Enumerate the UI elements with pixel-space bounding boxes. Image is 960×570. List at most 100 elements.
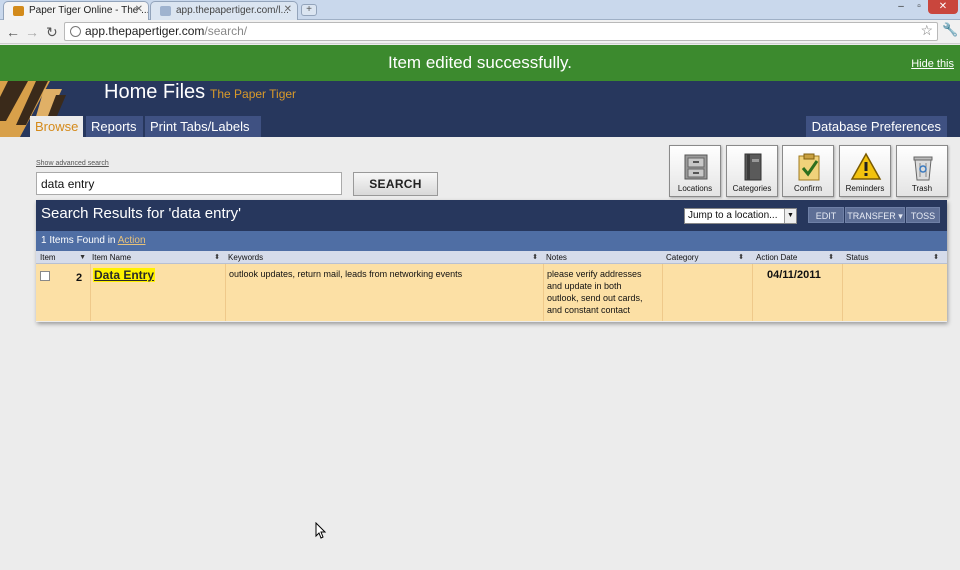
success-banner: Item edited successfully. Hide this <box>0 45 960 81</box>
column-header-item-name[interactable]: Item Name ⬍ <box>92 251 224 264</box>
url-input[interactable]: app.thepapertiger.com/search/ ☆ <box>64 22 938 41</box>
column-divider <box>752 264 753 321</box>
banner-message: Item edited successfully. <box>388 53 572 72</box>
close-tab-icon[interactable]: ✕ <box>284 4 292 15</box>
column-header-status[interactable]: Status ⬍ <box>846 251 943 264</box>
url-path: /search/ <box>204 24 248 38</box>
results-title: Search Results for 'data entry' <box>41 205 241 222</box>
items-found-bar: 1 Items Found in Action <box>36 231 947 251</box>
toolbox-label: Trash <box>911 184 933 193</box>
minimize-icon[interactable]: – <box>892 0 910 14</box>
brand-subtitle: The Paper Tiger <box>210 87 297 101</box>
column-divider <box>842 264 843 321</box>
jump-select-value: Jump to a location... <box>688 210 778 221</box>
wrench-icon[interactable]: 🔧 <box>942 22 958 38</box>
items-found-text: 1 Items Found in <box>41 235 116 246</box>
url-host: app.thepapertiger.com <box>85 24 205 38</box>
cabinet-icon <box>684 154 708 180</box>
forward-icon[interactable]: → <box>25 23 39 41</box>
column-header-action-date[interactable]: Action Date ⬍ <box>756 251 838 264</box>
maximize-icon[interactable]: ▫ <box>910 0 928 14</box>
jump-to-location-select[interactable]: Jump to a location... ▼ <box>684 208 797 224</box>
column-divider <box>225 264 226 321</box>
locations-button[interactable]: Locations <box>669 145 721 197</box>
column-divider <box>90 264 91 321</box>
toss-button[interactable]: TOSS <box>906 207 940 223</box>
browser-tab[interactable]: app.thepapertiger.com/l... ✕ <box>150 1 298 20</box>
page-title: Home Files <box>104 81 206 103</box>
back-icon[interactable]: ← <box>6 23 20 41</box>
notes-line: outlook, send out cards, <box>547 293 643 303</box>
column-divider <box>543 264 544 321</box>
bookmark-star-icon[interactable]: ☆ <box>920 22 933 39</box>
location-action-link[interactable]: Action <box>118 235 146 246</box>
new-tab-button[interactable]: + <box>301 4 317 16</box>
globe-icon <box>70 26 81 37</box>
results-header: Search Results for 'data entry' Jump to … <box>36 200 947 231</box>
clipboard-check-icon <box>798 153 820 181</box>
reload-icon[interactable]: ↻ <box>46 23 58 41</box>
column-header-notes[interactable]: Notes <box>546 251 661 264</box>
transfer-button[interactable]: TRANSFER ▾ <box>845 207 905 223</box>
column-label: Item <box>40 253 56 262</box>
show-advanced-search-link[interactable]: Show advanced search <box>36 160 109 167</box>
row-checkbox[interactable] <box>40 271 50 281</box>
search-results-panel: Search Results for 'data entry' Jump to … <box>36 200 947 322</box>
reminders-button[interactable]: Reminders <box>839 145 891 197</box>
column-label: Item Name <box>92 253 132 262</box>
notes-cell: please verify addresses and update in bo… <box>547 268 661 316</box>
toolbox-label: Categories <box>732 184 772 193</box>
item-name-link[interactable]: Data Entry <box>93 268 156 282</box>
sort-icon: ⬍ <box>214 254 220 261</box>
browser-tab-active[interactable]: Paper Tiger Online - The ... ✕ <box>3 1 149 20</box>
tab-print-tabs-labels[interactable]: Print Tabs/Labels <box>145 116 261 137</box>
column-divider <box>662 264 663 321</box>
categories-button[interactable]: Categories <box>726 145 778 197</box>
browser-tab-title: Paper Tiger Online - The ... <box>29 5 149 16</box>
column-header-category[interactable]: Category ⬍ <box>666 251 748 264</box>
column-label: Category <box>666 253 699 262</box>
notes-line: and constant contact <box>547 305 631 315</box>
toolbox-label: Locations <box>677 184 713 193</box>
trash-can-icon <box>913 156 933 181</box>
edit-button[interactable]: EDIT <box>808 207 844 223</box>
warning-icon <box>850 152 882 180</box>
column-label: Notes <box>546 253 567 262</box>
mouse-cursor-icon <box>315 522 327 539</box>
notes-line: and update in both <box>547 281 622 291</box>
chevron-down-icon: ▼ <box>784 209 796 223</box>
tab-browse[interactable]: Browse <box>30 116 83 137</box>
item-number: 2 <box>76 272 83 284</box>
toolbox-label: Reminders <box>845 184 885 193</box>
notes-line: please verify addresses <box>547 269 642 279</box>
database-preferences-button[interactable]: Database Preferences <box>805 116 947 137</box>
sort-icon: ⬍ <box>738 254 744 261</box>
page-favicon-icon <box>160 6 171 16</box>
search-input[interactable] <box>36 172 342 195</box>
column-header-keywords[interactable]: Keywords ⬍ <box>228 251 542 264</box>
confirm-button[interactable]: Confirm <box>782 145 834 197</box>
search-button[interactable]: SEARCH <box>353 172 438 196</box>
tiger-favicon-icon <box>13 6 24 16</box>
sort-down-icon: ▼ <box>79 254 86 261</box>
address-bar: ← → ↻ app.thepapertiger.com/search/ ☆ 🔧 <box>0 20 960 44</box>
toolbox-label: Confirm <box>793 184 822 193</box>
browser-tab-title: app.thepapertiger.com/l... <box>176 5 289 16</box>
column-label: Action Date <box>756 253 798 262</box>
browser-tab-bar: Paper Tiger Online - The ... ✕ app.thepa… <box>0 0 960 20</box>
table-header: Item ▼ Item Name ⬍ Keywords ⬍ Notes Categor… <box>36 251 947 264</box>
close-tab-icon[interactable]: ✕ <box>135 4 143 15</box>
close-window-icon[interactable]: ✕ <box>928 0 958 14</box>
trash-button[interactable]: Trash <box>896 145 948 197</box>
column-label: Keywords <box>228 253 264 262</box>
column-label: Status <box>846 253 869 262</box>
sort-icon: ⬍ <box>532 254 538 261</box>
app-header: Home Files The Paper Tiger Browse Report… <box>0 81 960 137</box>
binder-icon <box>744 153 762 181</box>
tab-reports[interactable]: Reports <box>86 116 143 137</box>
column-header-item[interactable]: Item ▼ <box>40 251 90 264</box>
hide-banner-link[interactable]: Hide this <box>911 58 954 70</box>
sort-icon: ⬍ <box>933 254 939 261</box>
table-row[interactable]: 2 Data Entry outlook updates, return mai… <box>36 264 947 321</box>
action-date-cell: 04/11/2011 <box>767 269 821 281</box>
